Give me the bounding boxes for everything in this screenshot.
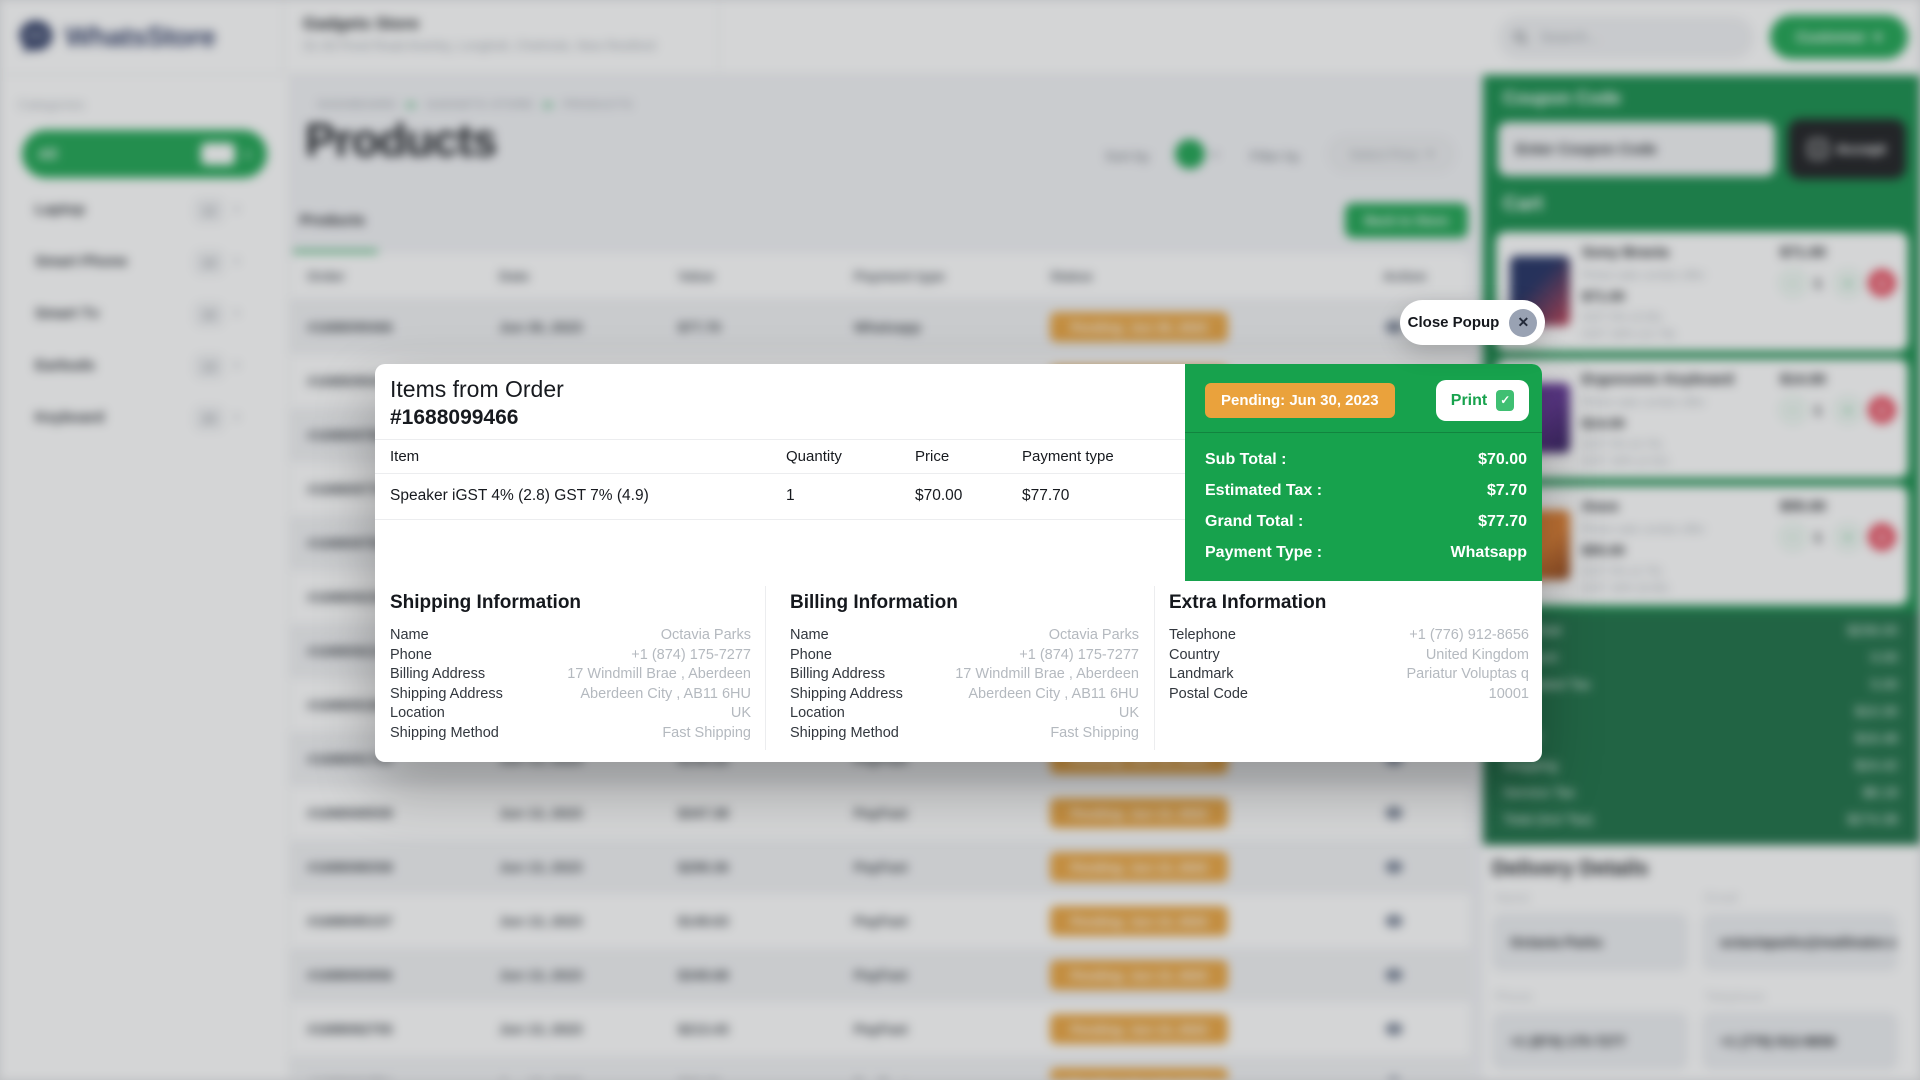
info-label: Location: [390, 705, 445, 725]
info-label: Billing Address: [390, 666, 485, 686]
shipping-information-heading: Shipping Information: [390, 592, 751, 614]
info-value: Pariatur Voluptas q: [1406, 666, 1529, 686]
info-label: Phone: [390, 647, 432, 667]
clipboard-check-icon: ✓: [1496, 390, 1514, 411]
info-label: Shipping Method: [390, 725, 499, 745]
info-row: Name Octavia Parks: [390, 627, 751, 647]
info-value: 17 Windmill Brae , Aberdeen: [955, 666, 1139, 686]
order-item-price: $70.00: [915, 487, 962, 505]
info-label: Shipping Address: [390, 686, 503, 706]
info-value: +1 (776) 912-8656: [1409, 627, 1529, 647]
extra-information-heading: Extra Information: [1169, 592, 1529, 614]
info-row: Telephone +1 (776) 912-8656: [1169, 627, 1529, 647]
order-summary-panel: Pending: Jun 30, 2023 Print ✓ Sub Total …: [1185, 364, 1542, 581]
summary-row: Estimated Tax : $7.70: [1185, 475, 1542, 506]
order-items-table: Item Quantity Price Payment type Speaker…: [375, 439, 1185, 520]
summary-label: Payment Type :: [1205, 544, 1322, 562]
info-value: Fast Shipping: [1050, 725, 1139, 745]
info-row: Landmark Pariatur Voluptas q: [1169, 666, 1529, 686]
info-divider: [1154, 586, 1155, 750]
info-row: Name Octavia Parks: [790, 627, 1139, 647]
info-row: Billing Address 17 Windmill Brae , Aberd…: [790, 666, 1139, 686]
info-label: Telephone: [1169, 627, 1236, 647]
print-button[interactable]: Print ✓: [1436, 380, 1529, 421]
order-item-qty: 1: [786, 487, 795, 505]
order-items-modal: Items from Order #1688099466 Pending: Ju…: [375, 364, 1542, 762]
info-value: Aberdeen City , AB11 6HU: [968, 686, 1139, 706]
close-popup-label: Close Popup: [1408, 314, 1500, 331]
summary-value: $70.00: [1478, 451, 1527, 469]
info-row: Shipping Address Aberdeen City , AB11 6H…: [390, 686, 751, 706]
order-item-total: $77.70: [1022, 487, 1069, 505]
extra-information: Extra Information Telephone +1 (776) 912…: [1169, 592, 1529, 705]
summary-label: Estimated Tax :: [1205, 482, 1322, 500]
info-value: United Kingdom: [1426, 647, 1529, 667]
info-value: Octavia Parks: [661, 627, 751, 647]
info-value: +1 (874) 175-7277: [1019, 647, 1139, 667]
info-value: UK: [1119, 705, 1139, 725]
info-row: Shipping Method Fast Shipping: [790, 725, 1139, 745]
info-label: Shipping Address: [790, 686, 903, 706]
print-button-label: Print: [1451, 392, 1487, 410]
info-value: +1 (874) 175-7277: [631, 647, 751, 667]
info-row: Phone +1 (874) 175-7277: [790, 647, 1139, 667]
info-label: Billing Address: [790, 666, 885, 686]
info-row: Location UK: [790, 705, 1139, 725]
info-label: Location: [790, 705, 845, 725]
info-row: Country United Kingdom: [1169, 647, 1529, 667]
info-value: 17 Windmill Brae , Aberdeen: [567, 666, 751, 686]
info-row: Shipping Address Aberdeen City , AB11 6H…: [790, 686, 1139, 706]
info-label: Shipping Method: [790, 725, 899, 745]
col-header-payment-type: Payment type: [1022, 448, 1114, 465]
col-header-quantity: Quantity: [786, 448, 842, 465]
summary-rows: Sub Total : $70.00 Estimated Tax : $7.70…: [1185, 444, 1542, 568]
modal-order-id: #1688099466: [390, 406, 518, 430]
billing-information-heading: Billing Information: [790, 592, 1139, 614]
info-label: Name: [390, 627, 429, 647]
order-status-badge: Pending: Jun 30, 2023: [1205, 383, 1395, 418]
close-popup-button[interactable]: Close Popup ✕: [1400, 300, 1545, 345]
info-value: Fast Shipping: [662, 725, 751, 745]
order-items-table-header: Item Quantity Price Payment type: [375, 439, 1185, 474]
info-row: Shipping Method Fast Shipping: [390, 725, 751, 745]
info-value: Aberdeen City , AB11 6HU: [580, 686, 751, 706]
info-row: Postal Code 10001: [1169, 686, 1529, 706]
info-value: 10001: [1489, 686, 1529, 706]
billing-information: Billing Information Name Octavia Parks P…: [790, 592, 1139, 744]
app-screen: WhatsStore Gadgets Store 31-33 Pond Road…: [0, 0, 1920, 1080]
col-header-price: Price: [915, 448, 949, 465]
order-item-name: Speaker iGST 4% (2.8) GST 7% (4.9): [390, 487, 649, 505]
close-icon: ✕: [1509, 309, 1537, 337]
info-value: Octavia Parks: [1049, 627, 1139, 647]
summary-value: $77.70: [1478, 513, 1527, 531]
info-row: Location UK: [390, 705, 751, 725]
summary-row: Grand Total : $77.70: [1185, 506, 1542, 537]
col-header-item: Item: [390, 448, 419, 465]
info-divider: [765, 586, 766, 750]
order-item-row: Speaker iGST 4% (2.8) GST 7% (4.9) 1 $70…: [375, 474, 1185, 520]
summary-divider: [1185, 432, 1542, 433]
info-label: Postal Code: [1169, 686, 1248, 706]
info-value: UK: [731, 705, 751, 725]
summary-row: Payment Type : Whatsapp: [1185, 537, 1542, 568]
summary-row: Sub Total : $70.00: [1185, 444, 1542, 475]
modal-title: Items from Order: [390, 376, 564, 403]
summary-label: Grand Total :: [1205, 513, 1303, 531]
shipping-information: Shipping Information Name Octavia Parks …: [390, 592, 751, 744]
info-label: Phone: [790, 647, 832, 667]
info-row: Phone +1 (874) 175-7277: [390, 647, 751, 667]
summary-label: Sub Total :: [1205, 451, 1286, 469]
summary-value: Whatsapp: [1451, 544, 1527, 562]
info-label: Country: [1169, 647, 1220, 667]
info-row: Billing Address 17 Windmill Brae , Aberd…: [390, 666, 751, 686]
summary-value: $7.70: [1487, 482, 1527, 500]
info-label: Landmark: [1169, 666, 1233, 686]
info-label: Name: [790, 627, 829, 647]
